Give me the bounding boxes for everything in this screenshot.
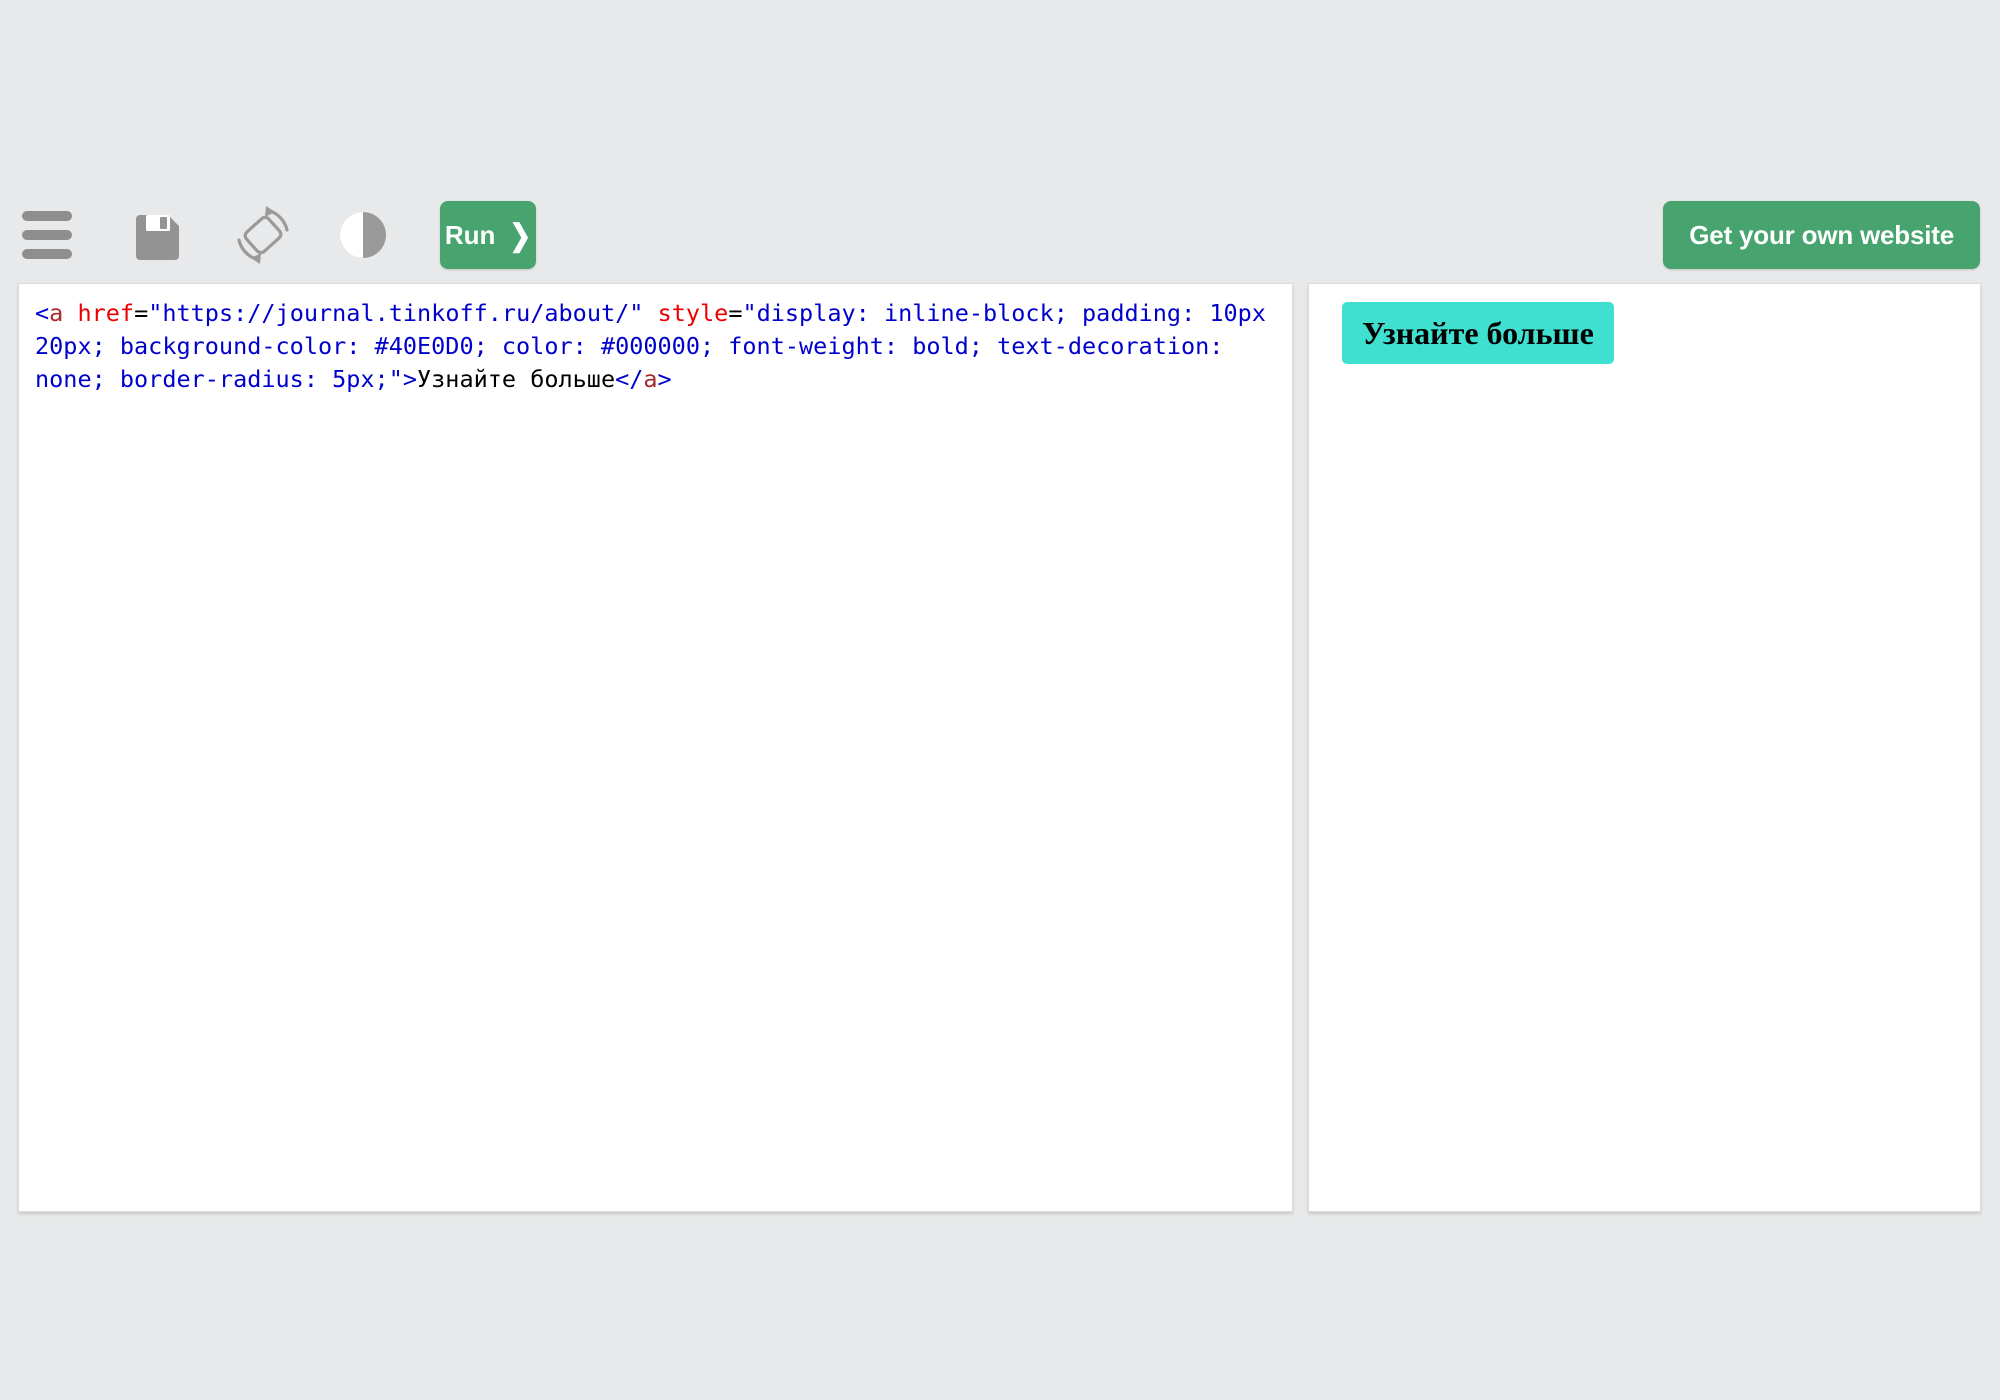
preview-link-button[interactable]: Узнайте больше (1342, 302, 1614, 365)
code-token: a (49, 299, 64, 327)
chevron-right-icon: ❯ (509, 217, 532, 253)
code-token: "https://journal.tinkoff.ru/about/" (148, 299, 644, 327)
code-token: < (35, 299, 50, 327)
preview-body: Узнайте больше (1309, 284, 1980, 365)
menu-icon[interactable] (14, 200, 84, 270)
code-token: </ (615, 365, 644, 393)
code-token: Узнайте больше (417, 365, 616, 393)
code-editor-input[interactable]: <a href="https://journal.tinkoff.ru/abou… (19, 284, 1292, 1177)
toolbar: Run ❯ Get your own website (0, 200, 2000, 270)
code-token: style (657, 299, 729, 327)
code-token: = (134, 299, 149, 327)
preview-pane: Узнайте больше (1308, 283, 1981, 1212)
save-icon[interactable] (124, 200, 194, 270)
contrast-icon[interactable] (328, 200, 398, 270)
get-your-own-website-button[interactable]: Get your own website (1663, 201, 1980, 269)
run-button-label: Run (444, 220, 496, 250)
code-token: = (728, 299, 743, 327)
code-token: > (402, 365, 418, 393)
code-token: > (657, 365, 672, 393)
run-button[interactable]: Run ❯ (440, 201, 536, 269)
code-token: href (77, 299, 135, 327)
page-root: Run ❯ Get your own website <a href="http… (0, 0, 2000, 1400)
code-editor-pane[interactable]: <a href="https://journal.tinkoff.ru/abou… (18, 283, 1293, 1212)
code-token: a (643, 365, 658, 393)
rotate-icon[interactable] (228, 200, 298, 270)
